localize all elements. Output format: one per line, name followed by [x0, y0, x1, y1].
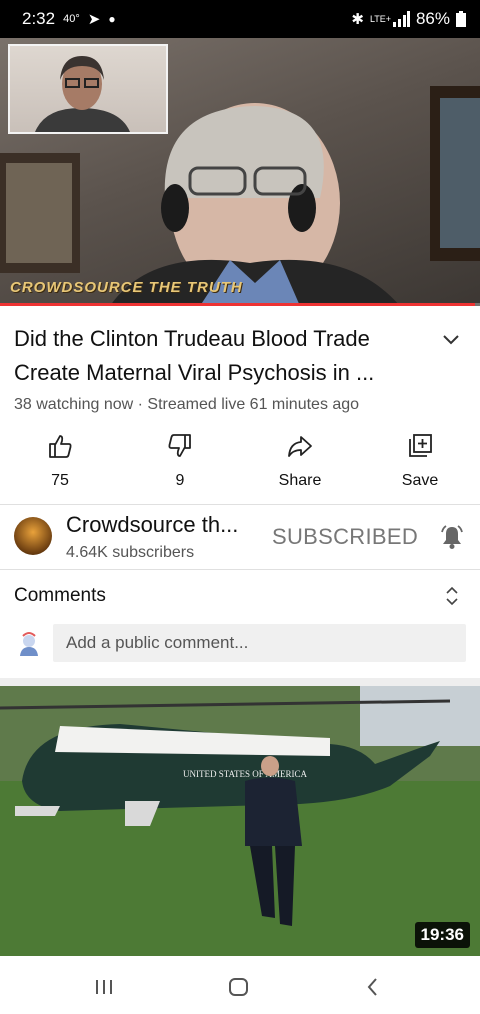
battery-icon	[456, 11, 466, 27]
helicopter-scene: UNITED STATES OF AMERICA	[0, 686, 480, 956]
weather-temperature: 40°	[63, 13, 80, 25]
dislike-count: 9	[175, 472, 185, 489]
video-meta: 38 watching now · Streamed live 61 minut…	[14, 396, 360, 413]
channel-avatar[interactable]	[14, 517, 52, 555]
comment-input[interactable]: Add a public comment...	[53, 624, 466, 662]
divider	[0, 569, 480, 570]
clock: 2:32	[22, 9, 56, 28]
divider	[0, 504, 480, 505]
video-progress-bar[interactable]	[0, 303, 480, 306]
user-avatar	[20, 632, 38, 656]
expand-collapse-icon[interactable]	[441, 585, 463, 607]
dislike-button[interactable]: 9	[120, 432, 240, 490]
notification-bell-icon[interactable]	[439, 524, 465, 550]
save-playlist-icon	[409, 434, 432, 457]
subscribed-button[interactable]: SUBSCRIBED	[272, 524, 418, 550]
video-title[interactable]: Did the Clinton Trudeau Blood Trade Crea…	[14, 322, 419, 390]
bluetooth-icon: ✱	[351, 11, 364, 28]
status-bar: 2:32 40° ➤ ● ✱ LTE+ 86%	[0, 0, 480, 38]
share-icon	[288, 436, 312, 457]
helicopter-label: UNITED STATES OF AMERICA	[183, 769, 308, 779]
comments-heading[interactable]: Comments	[14, 585, 106, 607]
action-bar: 75 9 Share Save	[0, 432, 480, 490]
save-label: Save	[401, 472, 439, 489]
video-progress-fill	[0, 303, 476, 306]
channel-watermark: CROWDSOURCE THE TRUTH	[10, 279, 243, 296]
like-button[interactable]: 75	[0, 432, 120, 490]
lte-indicator: LTE+	[369, 13, 392, 24]
signal-icon	[392, 11, 410, 27]
home-icon[interactable]	[224, 972, 254, 1002]
dot-icon: ●	[108, 12, 116, 26]
save-button[interactable]: Save	[360, 432, 480, 490]
recent-apps-icon[interactable]	[89, 972, 119, 1002]
cohost-figure	[35, 56, 130, 132]
battery-percent: 86%	[415, 9, 450, 28]
video-player[interactable]: CROWDSOURCE THE TRUTH	[0, 38, 480, 306]
thumbs-up-icon	[49, 435, 72, 458]
picture-in-picture-cohost	[8, 44, 168, 134]
channel-name[interactable]: Crowdsource th...	[66, 512, 238, 538]
like-count: 75	[51, 472, 69, 489]
share-button[interactable]: Share	[240, 432, 360, 490]
subscriber-count: 4.64K subscribers	[66, 544, 195, 561]
navigation-arrow-icon: ➤	[87, 11, 101, 28]
thumbs-down-icon	[168, 434, 191, 457]
next-video-thumbnail[interactable]: UNITED STATES OF AMERICA 19:36	[0, 686, 480, 956]
chevron-down-icon[interactable]	[438, 326, 464, 352]
section-gap	[0, 678, 480, 686]
share-label: Share	[278, 472, 322, 489]
video-duration: 19:36	[414, 922, 470, 948]
back-icon[interactable]	[358, 972, 388, 1002]
